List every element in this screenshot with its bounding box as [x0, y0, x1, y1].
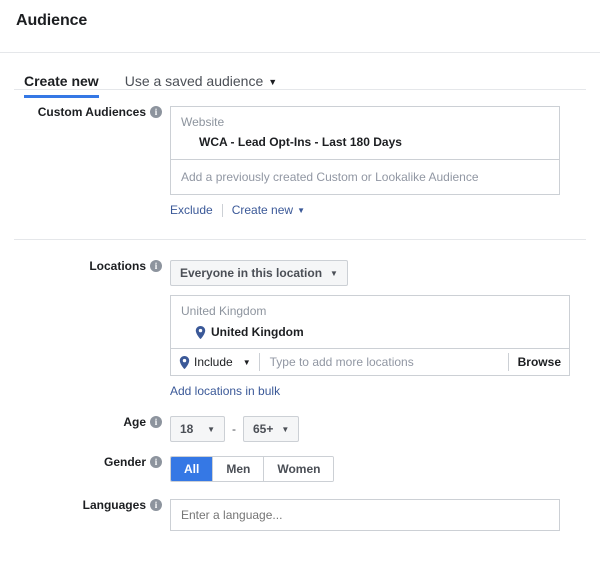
- chevron-down-icon: ▼: [242, 357, 251, 367]
- create-new-audience-link[interactable]: Create new ▼: [232, 203, 305, 217]
- info-icon[interactable]: i: [150, 499, 162, 511]
- custom-audience-item[interactable]: WCA - Lead Opt-Ins - Last 180 Days: [181, 135, 549, 149]
- locations-field: Everyone in this location ▼ United Kingd…: [170, 260, 600, 400]
- languages-field: [170, 499, 600, 531]
- gender-segmented-control: All Men Women: [170, 456, 335, 482]
- info-icon[interactable]: i: [150, 106, 162, 118]
- gender-field: All Men Women: [170, 456, 600, 482]
- chevron-down-icon: ▼: [281, 424, 290, 434]
- create-new-audience-label: Create new: [231, 203, 294, 217]
- locations-selected-group: United Kingdom United Kingdom: [171, 296, 569, 348]
- chevron-down-icon: ▼: [268, 77, 278, 87]
- locations-label: Locations: [89, 259, 146, 273]
- custom-audiences-label: Custom Audiences: [37, 105, 146, 119]
- tab-use-saved-audience-label: Use a saved audience: [124, 73, 264, 89]
- custom-audiences-box[interactable]: Website WCA - Lead Opt-Ins - Last 180 Da…: [170, 106, 560, 195]
- tab-create-new[interactable]: Create new: [24, 73, 99, 98]
- add-locations-in-bulk-link[interactable]: Add locations in bulk: [170, 376, 280, 398]
- custom-audiences-row: Custom Audiences i Website WCA - Lead Op…: [0, 90, 600, 217]
- chevron-down-icon: ▼: [207, 424, 215, 434]
- gender-row: Gender i All Men Women: [0, 442, 600, 482]
- locations-row: Locations i Everyone in this location ▼ …: [0, 240, 600, 400]
- gender-option-men[interactable]: Men: [212, 457, 264, 481]
- languages-input[interactable]: [170, 499, 560, 531]
- custom-audiences-label-group: Custom Audiences i: [0, 106, 170, 118]
- age-max-value: 65+: [253, 422, 274, 436]
- info-icon[interactable]: i: [150, 456, 162, 468]
- location-include-dropdown[interactable]: Include ▼: [171, 355, 259, 369]
- age-row: Age i 18 ▼ - 65+ ▼: [0, 400, 600, 442]
- custom-audiences-group-title: Website: [181, 115, 225, 129]
- locations-input-row: Include ▼ Type to add more locations Bro…: [171, 348, 569, 375]
- age-label-group: Age i: [0, 416, 170, 428]
- age-max-dropdown[interactable]: 65+ ▼: [243, 416, 300, 442]
- gender-option-all[interactable]: All: [171, 457, 213, 481]
- custom-audiences-links: Exclude Create new ▼: [170, 195, 586, 217]
- browse-locations-button[interactable]: Browse: [509, 355, 569, 369]
- link-divider: [221, 203, 223, 217]
- page-title: Audience: [16, 12, 88, 29]
- locations-box[interactable]: United Kingdom United Kingdom Include ▼ …: [170, 295, 570, 376]
- map-pin-icon: [195, 325, 206, 339]
- chevron-down-icon: ▼: [297, 206, 305, 215]
- languages-row: Languages i: [0, 482, 600, 531]
- location-item-label: United Kingdom: [211, 325, 304, 339]
- age-field: 18 ▼ - 65+ ▼: [170, 416, 600, 442]
- age-label: Age: [123, 415, 146, 429]
- languages-label: Languages: [82, 498, 146, 512]
- location-scope-dropdown[interactable]: Everyone in this location ▼: [170, 260, 348, 286]
- locations-group-title: United Kingdom: [181, 304, 267, 318]
- age-min-dropdown[interactable]: 18 ▼: [170, 416, 225, 442]
- info-icon[interactable]: i: [150, 260, 162, 272]
- chevron-down-icon: ▼: [330, 268, 338, 278]
- gender-label: Gender: [103, 455, 146, 469]
- custom-audiences-field: Website WCA - Lead Opt-Ins - Last 180 Da…: [170, 106, 600, 217]
- age-range-separator: -: [232, 422, 236, 436]
- languages-label-group: Languages i: [0, 499, 170, 511]
- tab-use-saved-audience[interactable]: Use a saved audience ▼: [125, 73, 277, 98]
- locations-search-input[interactable]: Type to add more locations: [260, 355, 508, 369]
- map-pin-icon: [179, 355, 190, 369]
- audience-tabs: Create new Use a saved audience ▼: [0, 53, 600, 98]
- location-include-label: Include: [194, 355, 233, 369]
- exclude-link[interactable]: Exclude: [170, 203, 213, 217]
- gender-option-women[interactable]: Women: [263, 457, 334, 481]
- location-item[interactable]: United Kingdom: [181, 325, 559, 339]
- locations-label-group: Locations i: [0, 260, 170, 272]
- gender-label-group: Gender i: [0, 456, 170, 468]
- location-scope-label: Everyone in this location: [180, 266, 323, 280]
- tab-create-new-label: Create new: [24, 73, 99, 89]
- age-min-value: 18: [180, 422, 194, 436]
- info-icon[interactable]: i: [150, 416, 162, 428]
- custom-audiences-selected-group: Website WCA - Lead Opt-Ins - Last 180 Da…: [171, 107, 559, 159]
- custom-audiences-input[interactable]: Add a previously created Custom or Looka…: [171, 159, 559, 194]
